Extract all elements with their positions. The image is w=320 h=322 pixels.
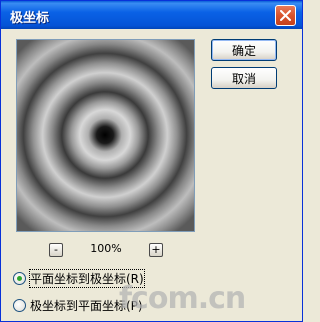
zoom-in-button[interactable]: + xyxy=(149,243,163,257)
concentric-rings-preview xyxy=(17,40,194,231)
site-watermark: fcom.cn xyxy=(119,281,246,316)
zoom-level: 100% xyxy=(90,242,122,255)
radio-rect-to-polar[interactable] xyxy=(13,271,26,285)
ok-button[interactable]: 确定 xyxy=(211,39,277,61)
dialog-title: 极坐标 xyxy=(10,11,50,26)
polar-coordinates-dialog: 极坐标 确定 取消 - 100% + 平面坐标到极坐标(R) 极坐标到平面坐标(… xyxy=(0,0,303,322)
zoom-out-button[interactable]: - xyxy=(49,243,63,257)
filter-preview[interactable] xyxy=(16,39,195,232)
cancel-button[interactable]: 取消 xyxy=(211,67,277,89)
close-icon xyxy=(280,10,291,21)
radio-polar-to-rect[interactable] xyxy=(13,298,26,312)
close-button[interactable] xyxy=(275,5,296,26)
title-bar[interactable]: 极坐标 xyxy=(1,1,302,29)
